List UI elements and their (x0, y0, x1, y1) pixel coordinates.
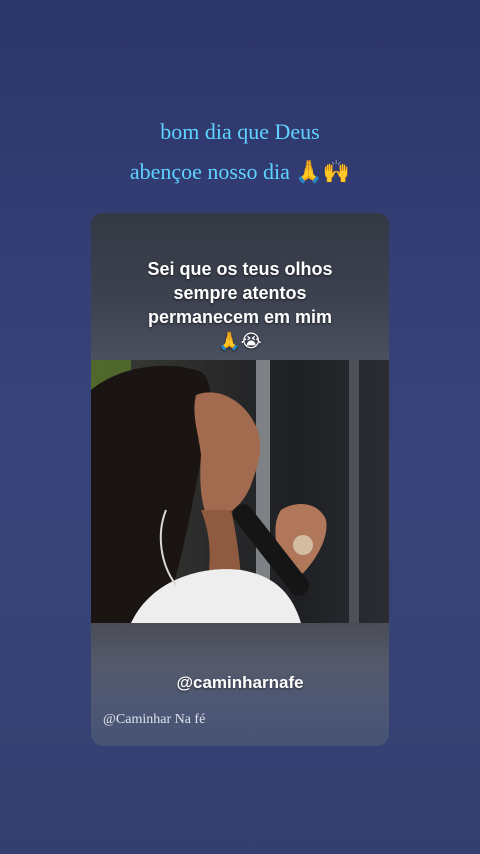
lyrics-overlay: Sei que os teus olhos sempre atentos per… (91, 257, 389, 353)
singer-image (91, 360, 359, 623)
lyrics-line-1: Sei que os teus olhos (147, 259, 333, 279)
post-caption: bom dia que Deus abençoe nosso dia 🙏🙌 (0, 112, 480, 192)
lyrics-line-2: sempre atentos (173, 283, 307, 303)
lyrics-line-3: permanecem em mim (147, 307, 333, 327)
caption-line-2: abençoe nosso dia 🙏🙌 (129, 159, 351, 184)
video-card[interactable]: Sei que os teus olhos sempre atentos per… (91, 213, 389, 746)
watermark-text: @Caminhar Na fé (103, 712, 206, 727)
caption-line-1: bom dia que Deus (160, 119, 320, 144)
singer-video-frame[interactable] (91, 360, 389, 623)
account-handle[interactable]: @caminharnafe (91, 673, 389, 693)
lyrics-line-4: 🙏😭 (218, 331, 262, 351)
